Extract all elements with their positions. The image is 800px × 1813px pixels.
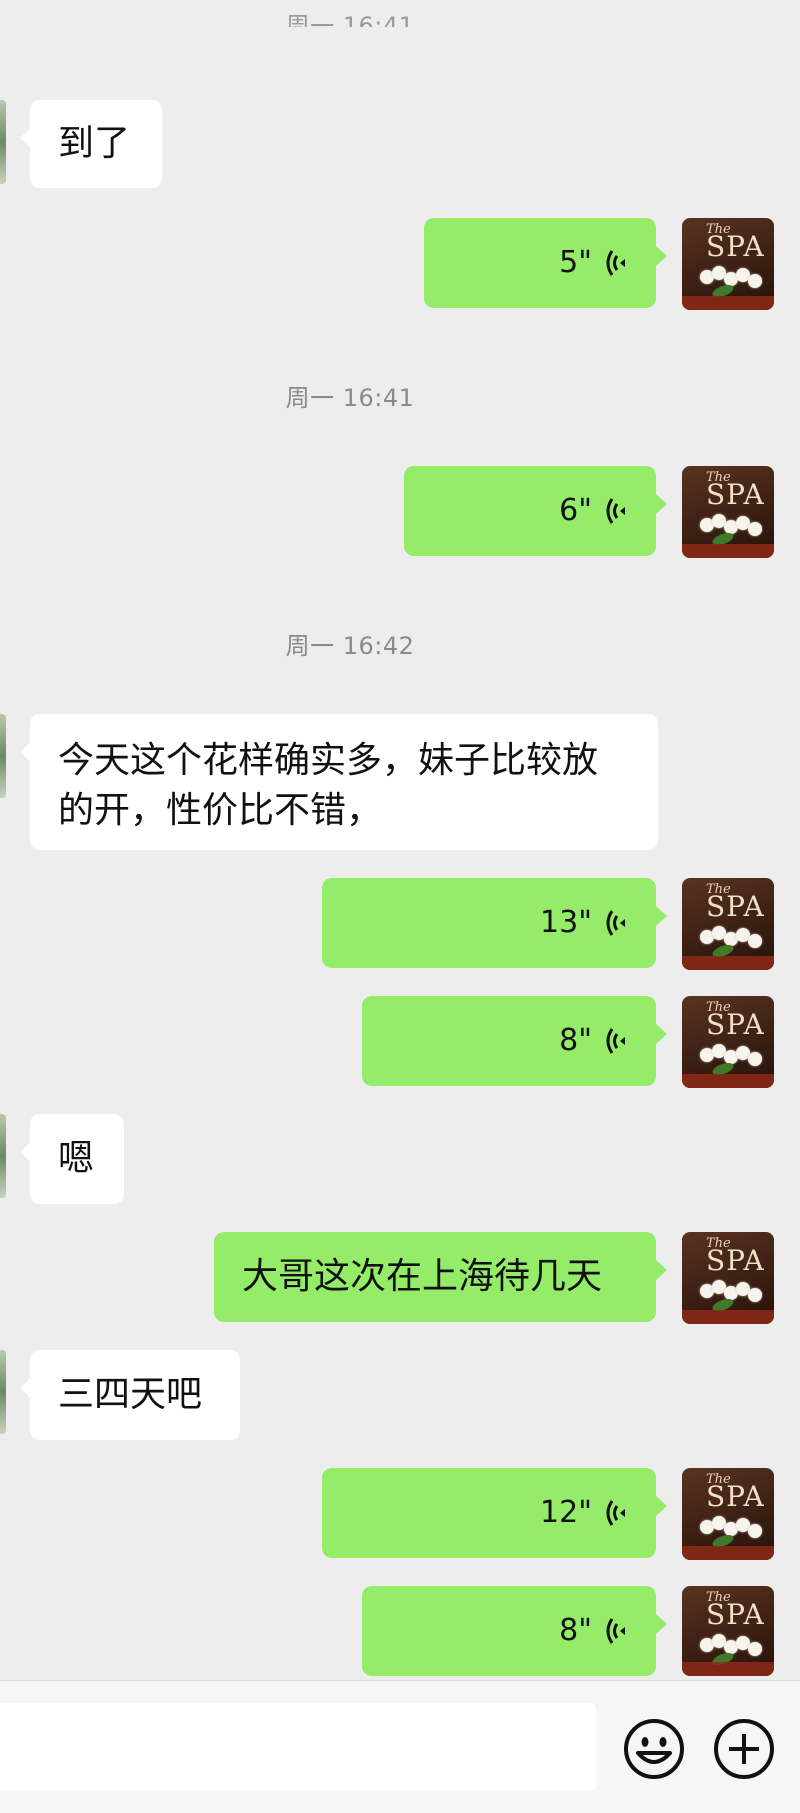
voice-duration: 8" xyxy=(559,1613,592,1648)
my-avatar[interactable]: The SPA xyxy=(682,1468,774,1560)
bubble-tail xyxy=(656,1024,667,1044)
bubble-tail xyxy=(20,1378,31,1398)
bubble-tail xyxy=(656,246,667,266)
bubble-tail xyxy=(20,128,31,148)
voice-duration: 13" xyxy=(540,905,592,940)
avatar-text: SPA xyxy=(706,1008,765,1041)
contact-avatar-edge[interactable] xyxy=(0,1114,6,1198)
voice-message-outgoing[interactable]: 5" xyxy=(424,218,667,308)
message-text: 到了 xyxy=(58,123,131,164)
my-avatar[interactable]: The SPA xyxy=(682,218,774,310)
avatar-text: SPA xyxy=(706,1598,765,1631)
voice-wave-icon xyxy=(606,250,625,276)
message-outgoing[interactable]: 大哥这次在上海待几天 xyxy=(214,1232,667,1322)
timestamp-top: 周一 16:41 xyxy=(285,12,415,40)
message-text: 三四天吧 xyxy=(58,1374,203,1415)
voice-message-outgoing[interactable]: 12" xyxy=(322,1468,667,1558)
my-avatar[interactable]: The SPA xyxy=(682,1232,774,1324)
voice-wave-icon xyxy=(606,1028,625,1054)
message-incoming[interactable]: 三四天吧 xyxy=(20,1350,240,1440)
my-avatar[interactable]: The SPA xyxy=(682,466,774,558)
bubble-tail xyxy=(656,906,667,926)
voice-message-outgoing[interactable]: 8" xyxy=(362,996,667,1086)
voice-wave-icon xyxy=(606,1618,625,1644)
my-avatar[interactable]: The SPA xyxy=(682,1586,774,1676)
voice-message-outgoing[interactable]: 8" xyxy=(362,1586,667,1676)
my-avatar[interactable]: The SPA xyxy=(682,996,774,1088)
contact-avatar-edge[interactable] xyxy=(0,714,6,798)
voice-message-outgoing[interactable]: 13" xyxy=(322,878,667,968)
message-text: 嗯 xyxy=(58,1138,95,1179)
bubble-tail xyxy=(20,742,31,762)
bubble-tail xyxy=(656,1260,667,1280)
bubble-tail xyxy=(656,1496,667,1516)
bubble-tail xyxy=(656,1614,667,1634)
timestamp: 周一 16:42 xyxy=(285,632,415,660)
voice-duration: 6" xyxy=(559,493,592,528)
avatar-text: SPA xyxy=(706,478,765,511)
bubble-tail xyxy=(656,494,667,514)
chat-input-bar xyxy=(0,1680,800,1813)
avatar-text: SPA xyxy=(706,890,765,923)
voice-wave-icon xyxy=(606,910,625,936)
message-text: 今天这个花样确实多，妹子比较放的开，性价比不错， xyxy=(58,740,599,831)
bubble-tail xyxy=(20,1142,31,1162)
message-input[interactable] xyxy=(0,1703,596,1791)
contact-avatar-edge[interactable] xyxy=(0,100,6,184)
voice-duration: 5" xyxy=(559,245,592,280)
voice-wave-icon xyxy=(606,498,625,524)
my-avatar[interactable]: The SPA xyxy=(682,878,774,970)
voice-duration: 12" xyxy=(540,1495,592,1530)
avatar-text: SPA xyxy=(706,230,765,263)
timestamp: 周一 16:41 xyxy=(285,384,415,412)
voice-message-outgoing[interactable]: 6" xyxy=(404,466,667,556)
contact-avatar-edge[interactable] xyxy=(0,1350,6,1434)
message-incoming[interactable]: 到了 xyxy=(20,100,162,188)
avatar-text: SPA xyxy=(706,1480,765,1513)
smiley-icon[interactable] xyxy=(622,1717,686,1781)
voice-duration: 8" xyxy=(559,1023,592,1058)
voice-wave-icon xyxy=(606,1500,625,1526)
plus-circle-icon[interactable] xyxy=(712,1717,776,1781)
message-incoming[interactable]: 今天这个花样确实多，妹子比较放的开，性价比不错， xyxy=(20,714,658,850)
avatar-text: SPA xyxy=(706,1244,765,1277)
message-incoming[interactable]: 嗯 xyxy=(20,1114,124,1204)
message-text: 大哥这次在上海待几天 xyxy=(242,1256,603,1297)
